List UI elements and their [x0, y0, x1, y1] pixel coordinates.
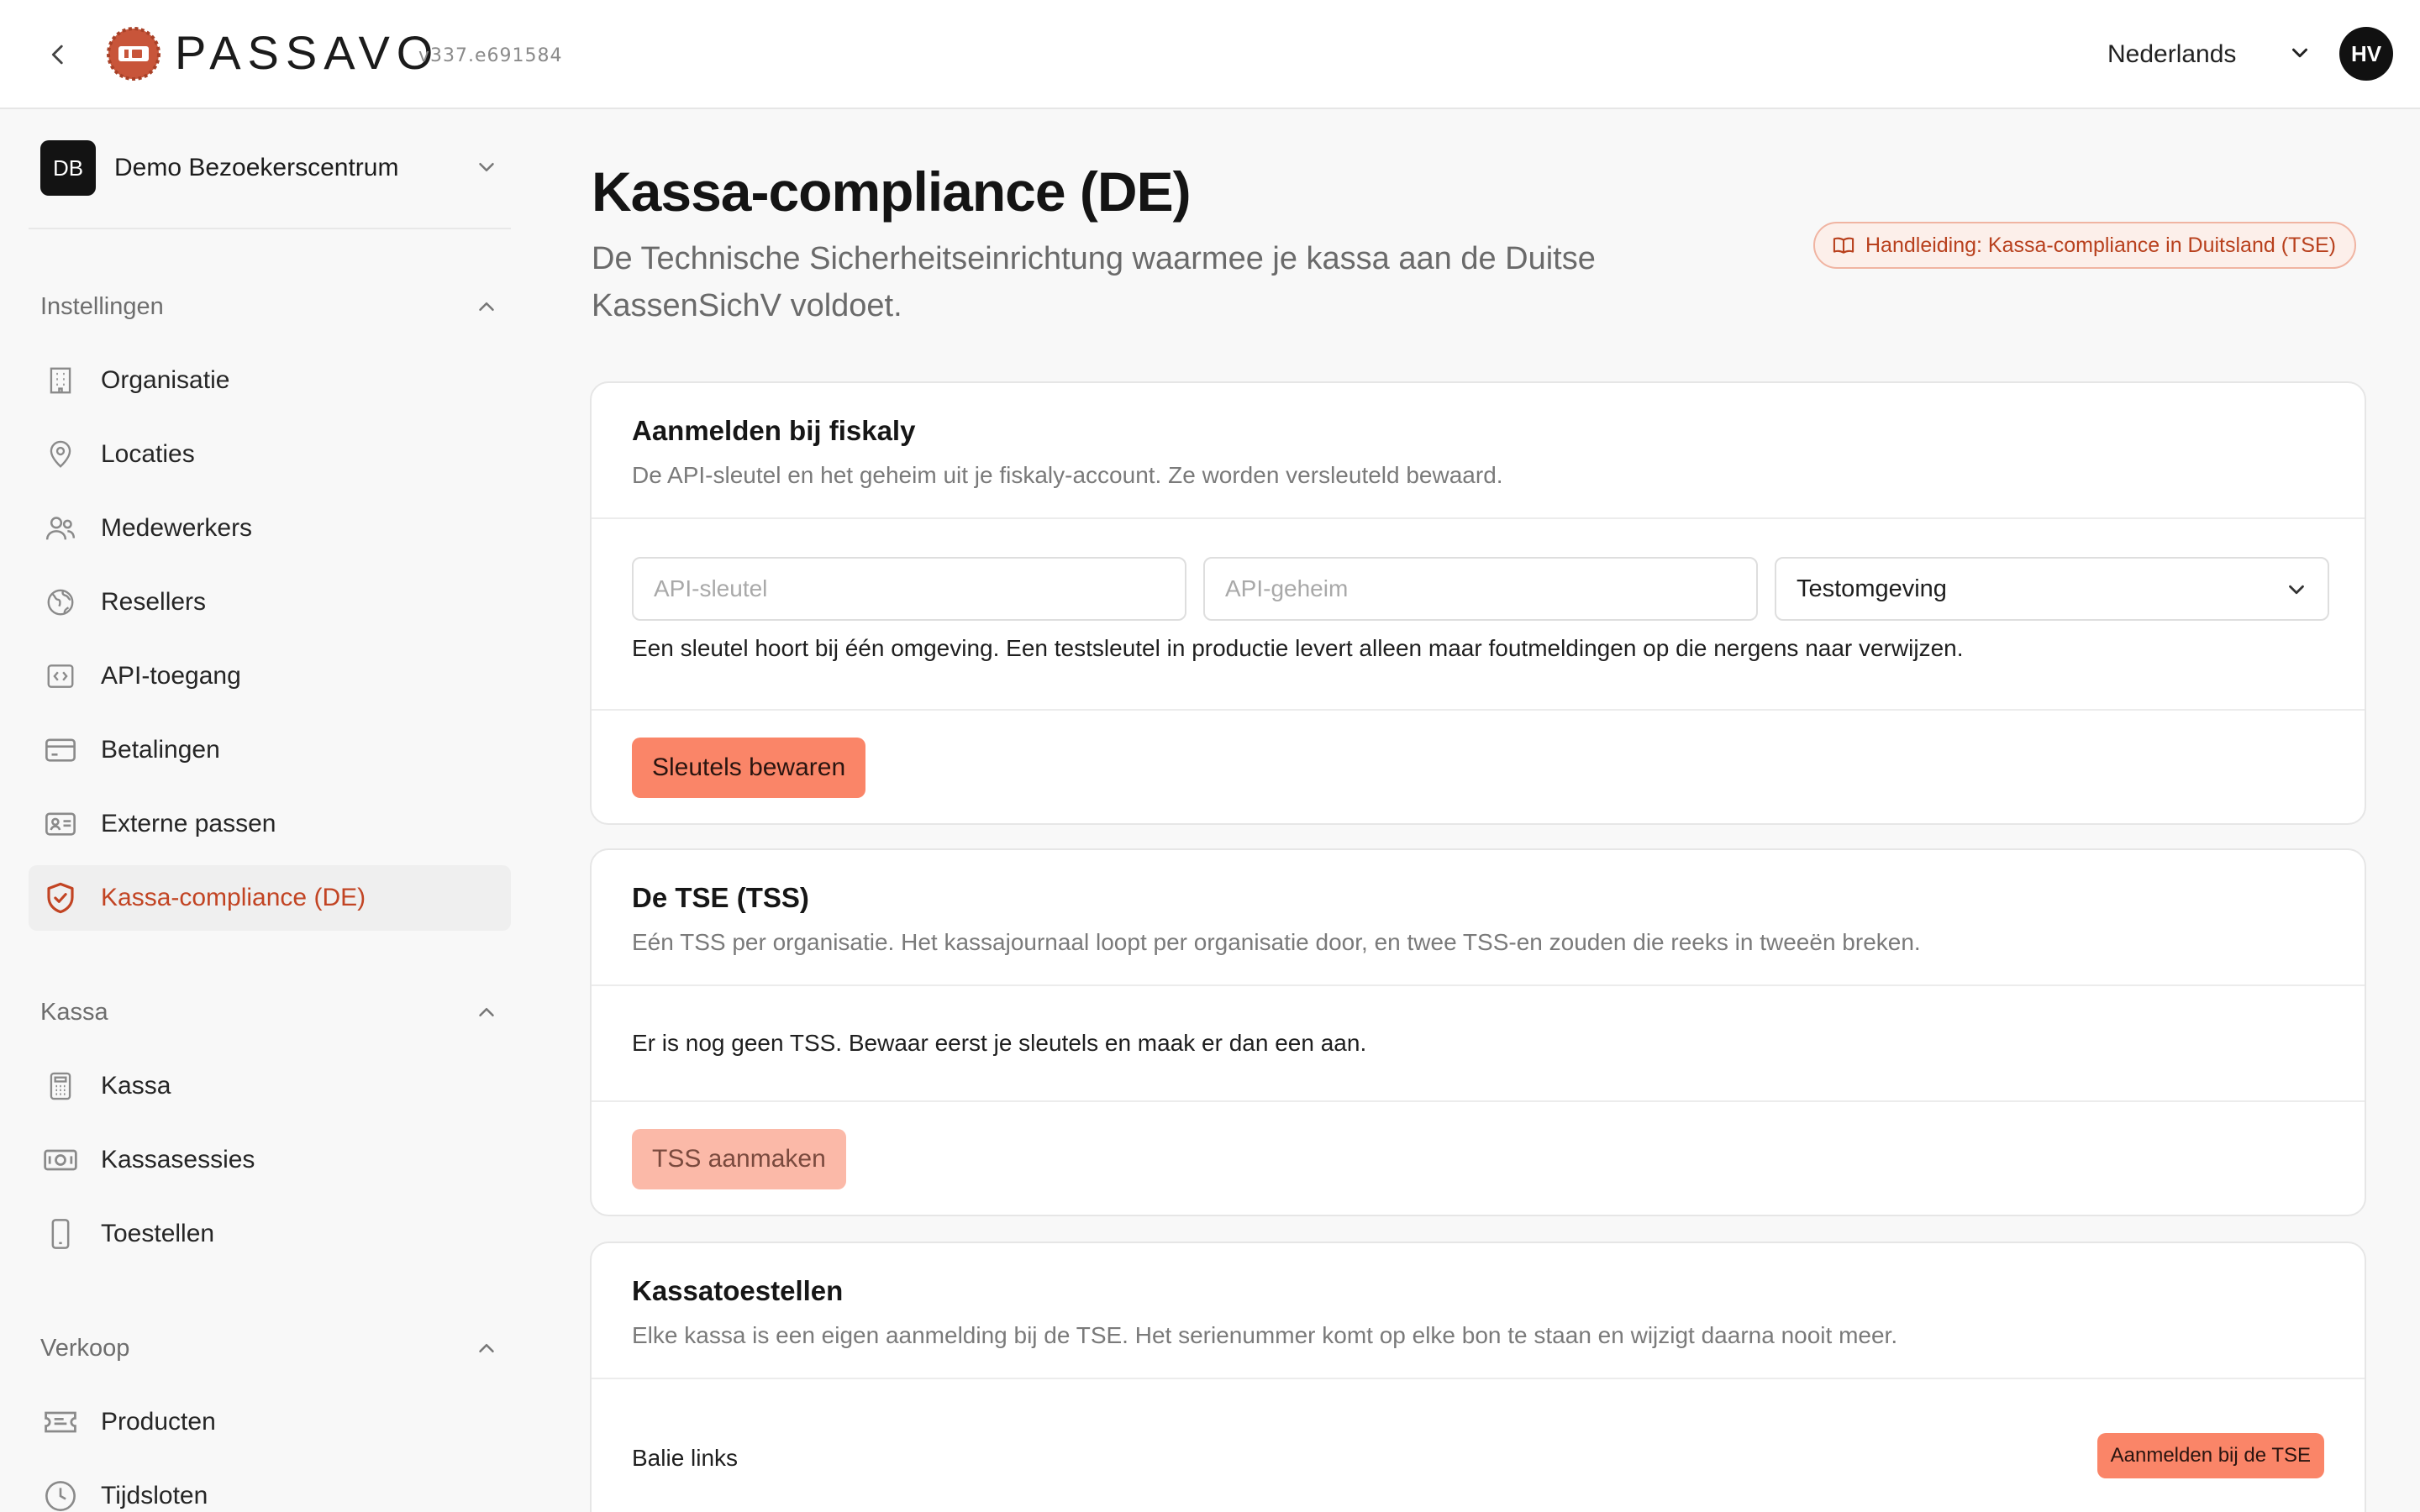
chevron-left-icon [51, 45, 63, 65]
app-version: v337.e691584 [418, 45, 563, 66]
card-description: De API-sleutel en het geheim uit je fisk… [632, 462, 1503, 488]
chevron-up-icon [479, 302, 494, 311]
page-title: Kassa-compliance (DE) [592, 160, 1192, 223]
save-keys-button[interactable]: Sleutels bewaren [632, 738, 866, 798]
sidebar-item-producten[interactable]: Producten [29, 1389, 511, 1455]
devices-card: Kassatoestellen Elke kassa is een eigen … [590, 1242, 2366, 1512]
card-divider [592, 1378, 2365, 1379]
sidebar-section-verkoop[interactable]: Verkoop [40, 1327, 511, 1369]
sidebar-item-label: API-toegang [101, 662, 241, 690]
sidebar-item-api-toegang[interactable]: API-toegang [29, 643, 511, 709]
banknote-icon [42, 1142, 79, 1179]
book-open-icon [1833, 237, 1854, 254]
organization-switcher[interactable]: DB Demo Bezoekerscentrum [29, 134, 511, 202]
sidebar-item-label: Externe passen [101, 810, 276, 837]
api-key-input[interactable] [632, 557, 1186, 621]
section-title: Kassa [40, 998, 108, 1026]
smartphone-icon [42, 1215, 79, 1252]
create-tss-button[interactable]: TSS aanmaken [632, 1129, 846, 1189]
tss-status: Er is nog geen TSS. Bewaar eerst je sleu… [632, 1030, 1367, 1056]
sidebar-item-label: Kassasessies [101, 1146, 255, 1173]
shield-check-icon [42, 879, 79, 916]
sidebar-item-resellers[interactable]: Resellers [29, 570, 511, 635]
card-divider [592, 709, 2365, 711]
sidebar-item-label: Resellers [101, 588, 207, 616]
manual-link[interactable]: Handleiding: Kassa-compliance in Duitsla… [1813, 222, 2356, 269]
globe-icon [42, 584, 79, 621]
org-badge: DB [40, 140, 96, 196]
chevron-down-icon [2289, 585, 2304, 595]
api-secret-input[interactable] [1203, 557, 1758, 621]
card-title: Aanmelden bij fiskaly [632, 415, 916, 446]
environment-note: Een sleutel hoort bij één omgeving. Een … [632, 635, 1964, 661]
sidebar: DB Demo Bezoekerscentrum Instellingen Or… [0, 109, 538, 1512]
credit-card-icon [42, 732, 79, 769]
section-title: Instellingen [40, 292, 164, 320]
org-name: Demo Bezoekerscentrum [114, 154, 399, 181]
sidebar-item-kassasessies[interactable]: Kassasessies [29, 1127, 511, 1193]
passavo-logo-icon [107, 27, 160, 81]
sidebar-section-instellingen[interactable]: Instellingen [40, 286, 511, 328]
section-title: Verkoop [40, 1334, 130, 1362]
sidebar-item-label: Toestellen [101, 1220, 215, 1247]
card-title: De TSE (TSS) [632, 882, 809, 913]
map-pin-icon [42, 436, 79, 473]
users-icon [42, 510, 79, 547]
sidebar-item-label: Kassa-compliance (DE) [101, 884, 366, 911]
sidebar-item-label: Producten [101, 1408, 216, 1436]
sidebar-item-label: Betalingen [101, 736, 220, 764]
card-divider [592, 984, 2365, 986]
sidebar-item-medewerkers[interactable]: Medewerkers [29, 496, 511, 561]
environment-select-value: Testomgeving [1797, 575, 1947, 602]
fiskaly-card: Aanmelden bij fiskaly De API-sleutel en … [590, 381, 2366, 825]
sidebar-item-label: Medewerkers [101, 514, 253, 542]
sidebar-item-label: Organisatie [101, 366, 230, 394]
sidebar-item-organisatie[interactable]: Organisatie [29, 348, 511, 413]
sidebar-divider [29, 228, 511, 229]
sidebar-item-label: Kassa [101, 1072, 171, 1100]
device-name: Balie links [632, 1445, 739, 1471]
sidebar-item-tijdsloten[interactable]: Tijdsloten [29, 1463, 511, 1512]
brand-name: PASSAVO [175, 26, 440, 79]
id-card-icon [42, 806, 79, 843]
chevron-down-icon[interactable] [2287, 40, 2312, 66]
back-button[interactable] [37, 34, 79, 76]
top-bar: PASSAVO v337.e691584 Nederlands HV [0, 0, 2420, 109]
clock-icon [42, 1478, 79, 1512]
chevron-up-icon [479, 1008, 494, 1016]
card-divider [592, 517, 2365, 519]
sidebar-item-locaties[interactable]: Locaties [29, 422, 511, 487]
sidebar-item-kassa[interactable]: Kassa [29, 1053, 511, 1119]
code-icon [42, 658, 79, 695]
sidebar-item-betalingen[interactable]: Betalingen [29, 717, 511, 783]
user-avatar[interactable]: HV [2339, 27, 2393, 81]
sidebar-item-kassa-compliance[interactable]: Kassa-compliance (DE) [29, 865, 511, 931]
sidebar-item-label: Tijdsloten [101, 1482, 208, 1509]
card-description: Eén TSS per organisatie. Het kassajourna… [632, 929, 1921, 955]
sidebar-item-toestellen[interactable]: Toestellen [29, 1201, 511, 1267]
sidebar-section-kassa[interactable]: Kassa [40, 991, 511, 1033]
chevron-up-icon [479, 1344, 494, 1352]
ticket-icon [42, 1404, 79, 1441]
building-icon [42, 362, 79, 399]
environment-select[interactable]: Testomgeving [1775, 557, 2329, 621]
page-subtitle: De Technische Sicherheitseinrichtung waa… [592, 241, 1596, 323]
card-title: Kassatoestellen [632, 1275, 844, 1306]
language-select[interactable]: Nederlands [2107, 37, 2236, 72]
chevron-down-icon [479, 163, 494, 171]
tss-card: De TSE (TSS) Eén TSS per organisatie. He… [590, 848, 2366, 1216]
card-divider [592, 1100, 2365, 1102]
register-device-button[interactable]: Aanmelden bij de TSE [2096, 1433, 2324, 1478]
calculator-icon [42, 1068, 79, 1105]
card-description: Elke kassa is een eigen aanmelding bij d… [632, 1322, 1898, 1348]
sidebar-item-label: Locaties [101, 440, 195, 468]
sidebar-item-externe-passen[interactable]: Externe passen [29, 791, 511, 857]
manual-link-label: Handleiding: Kassa-compliance in Duitsla… [1865, 233, 2336, 257]
